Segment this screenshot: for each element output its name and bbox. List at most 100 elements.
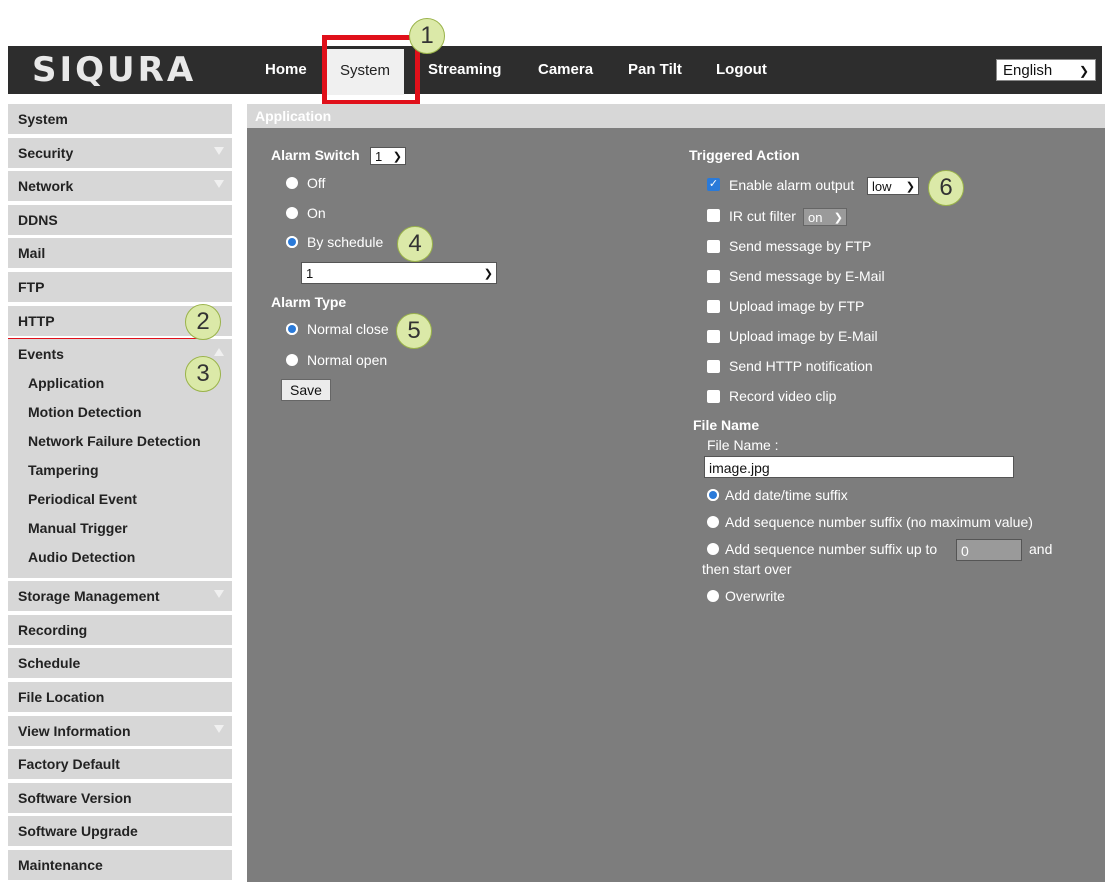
sidebar-item-maintenance[interactable]: Maintenance (8, 849, 232, 880)
send-email-checkbox[interactable] (707, 270, 720, 283)
enable-alarm-output-checkbox[interactable]: ✓ (707, 178, 720, 191)
radio-off[interactable] (286, 177, 298, 189)
file-name-input[interactable]: image.jpg (704, 456, 1014, 478)
sidebar-item-system[interactable]: System (8, 104, 232, 134)
sidebar-subitem-audio-detection[interactable]: Audio Detection (8, 543, 232, 572)
nav-logout[interactable]: Logout (716, 46, 767, 94)
radio-seq-nomax[interactable] (707, 516, 719, 528)
sidebar-item-label: File Location (18, 688, 105, 705)
radio-seq-upto[interactable] (707, 543, 719, 555)
seq-max-input[interactable]: 0 (956, 539, 1022, 561)
sidebar-item-label: System (18, 111, 68, 127)
ir-cut-filter-select[interactable]: on ❯ (803, 208, 847, 226)
nav-camera[interactable]: Camera (538, 46, 593, 94)
radio-overwrite-label: Overwrite (725, 588, 785, 604)
suffix-then-label: then start over (702, 561, 792, 577)
callout-badge-6: 6 (928, 170, 964, 206)
file-name-section-label: File Name (693, 417, 760, 433)
record-clip-checkbox[interactable] (707, 390, 720, 403)
file-name-label: File Name : (707, 437, 779, 453)
sidebar-item-label: Security (18, 144, 74, 161)
send-http-checkbox[interactable] (707, 360, 720, 373)
ir-cut-filter-checkbox[interactable] (707, 209, 720, 222)
sidebar-item-mail[interactable]: Mail (8, 238, 232, 269)
sidebar-item-ftp[interactable]: FTP (8, 271, 232, 302)
radio-on-label: On (307, 205, 326, 221)
chevron-down-icon: ❯ (1078, 64, 1089, 78)
callout-badge-1: 1 (409, 18, 445, 54)
sidebar-item-label: FTP (18, 278, 45, 295)
send-ftp-checkbox[interactable] (707, 240, 720, 253)
sidebar-subitem-network-failure-detection[interactable]: Network Failure Detection (8, 427, 232, 456)
alarm-switch-select[interactable]: 1 ❯ (370, 147, 406, 165)
send-ftp-label: Send message by FTP (729, 238, 872, 254)
radio-by-schedule-label: By schedule (307, 234, 384, 250)
ir-cut-filter-label: IR cut filter (729, 208, 796, 224)
record-clip-label: Record video clip (729, 388, 837, 404)
send-http-label: Send HTTP notification (729, 358, 873, 374)
sidebar-subitem-periodical-event[interactable]: Periodical Event (8, 485, 232, 514)
page-title: Application (247, 104, 1105, 128)
radio-seq-nomax-label: Add sequence number suffix (no maximum v… (725, 514, 1033, 530)
alarm-output-value: low (872, 179, 892, 194)
sidebar-item-label: Software Upgrade (18, 823, 138, 840)
sidebar-item-ddns[interactable]: DDNS (8, 204, 232, 235)
sidebar-item-recording[interactable]: Recording (8, 614, 232, 645)
sidebar-item-view-information[interactable]: View Information (8, 715, 232, 746)
sidebar-item-network[interactable]: Network (8, 171, 232, 202)
radio-overwrite[interactable] (707, 590, 719, 602)
nav-home[interactable]: Home (265, 46, 307, 94)
radio-normal-close-label: Normal close (307, 321, 389, 337)
nav-streaming[interactable]: Streaming (428, 46, 501, 94)
sidebar-item-factory-default[interactable]: Factory Default (8, 749, 232, 780)
expand-arrow-icon (214, 590, 224, 599)
radio-datetime-suffix[interactable] (707, 489, 719, 501)
collapse-arrow-icon (214, 348, 224, 357)
nav-system[interactable]: System (326, 49, 405, 95)
sidebar-item-software-upgrade[interactable]: Software Upgrade (8, 816, 232, 847)
sidebar-item-schedule[interactable]: Schedule (8, 648, 232, 679)
chevron-down-icon: ❯ (905, 181, 915, 193)
schedule-value: 1 (306, 266, 314, 281)
sidebar: System Security Network DDNS Mail FTP HT… (8, 104, 232, 884)
radio-by-schedule[interactable] (286, 236, 298, 248)
sidebar-item-label: Factory Default (18, 756, 120, 773)
callout-badge-3: 3 (185, 356, 221, 392)
nav-pan-tilt[interactable]: Pan Tilt (628, 46, 682, 94)
radio-normal-close[interactable] (286, 323, 298, 335)
sidebar-subitem-motion-detection[interactable]: Motion Detection (8, 398, 232, 427)
top-bar: SIQURA Home System Streaming Camera Pan … (8, 46, 1102, 95)
callout-badge-2: 2 (185, 304, 221, 340)
radio-normal-open-label: Normal open (307, 352, 388, 368)
sidebar-item-label: DDNS (18, 211, 58, 228)
sidebar-subitem-tampering[interactable]: Tampering (8, 456, 232, 485)
chevron-down-icon: ❯ (392, 151, 402, 163)
upload-email-checkbox[interactable] (707, 330, 720, 343)
sidebar-item-security[interactable]: Security (8, 137, 232, 168)
save-button[interactable]: Save (281, 379, 331, 401)
callout-badge-5: 5 (396, 313, 432, 349)
chevron-down-icon: ❯ (483, 268, 493, 280)
sidebar-item-storage-management[interactable]: Storage Management (8, 581, 232, 612)
alarm-switch-value: 1 (375, 149, 383, 164)
sidebar-item-software-version[interactable]: Software Version (8, 782, 232, 813)
radio-datetime-suffix-label: Add date/time suffix (725, 487, 848, 503)
callout-badge-4: 4 (397, 226, 433, 262)
sidebar-item-file-location[interactable]: File Location (8, 681, 232, 712)
siqura-logo: SIQURA (32, 50, 197, 90)
upload-ftp-checkbox[interactable] (707, 300, 720, 313)
alarm-output-select[interactable]: low ❯ (867, 177, 919, 195)
sidebar-item-label: View Information (18, 722, 131, 739)
alarm-switch-label: Alarm Switch (271, 147, 360, 163)
sidebar-subitem-manual-trigger[interactable]: Manual Trigger (8, 514, 232, 543)
alarm-type-label: Alarm Type (271, 294, 347, 310)
radio-on[interactable] (286, 207, 298, 219)
radio-off-label: Off (307, 175, 326, 191)
sidebar-item-label: Events (18, 346, 64, 363)
chevron-down-icon: ❯ (833, 212, 843, 224)
sidebar-item-label: Recording (18, 621, 88, 638)
sidebar-item-label: Schedule (18, 655, 81, 672)
radio-normal-open[interactable] (286, 354, 298, 366)
language-select[interactable]: English ❯ (996, 59, 1096, 81)
schedule-select[interactable]: 1 ❯ (301, 262, 497, 284)
